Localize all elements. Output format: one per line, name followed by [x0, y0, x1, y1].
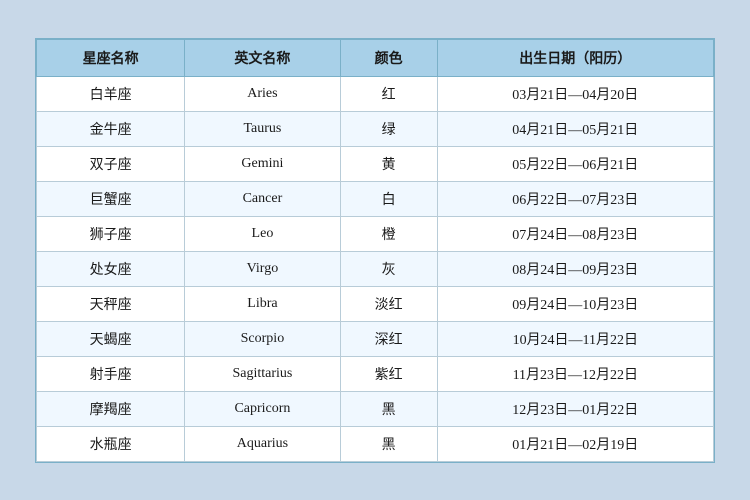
cell-color: 黑	[340, 426, 437, 461]
cell-chinese-name: 水瓶座	[37, 426, 185, 461]
cell-color: 深红	[340, 321, 437, 356]
cell-english-name: Capricorn	[185, 391, 340, 426]
table-row: 白羊座Aries红03月21日—04月20日	[37, 76, 714, 111]
cell-chinese-name: 天秤座	[37, 286, 185, 321]
cell-english-name: Aries	[185, 76, 340, 111]
header-color: 颜色	[340, 39, 437, 76]
cell-chinese-name: 处女座	[37, 251, 185, 286]
cell-chinese-name: 白羊座	[37, 76, 185, 111]
cell-english-name: Sagittarius	[185, 356, 340, 391]
cell-dates: 07月24日—08月23日	[437, 216, 713, 251]
header-chinese-name: 星座名称	[37, 39, 185, 76]
table-row: 摩羯座Capricorn黑12月23日—01月22日	[37, 391, 714, 426]
cell-dates: 03月21日—04月20日	[437, 76, 713, 111]
zodiac-table: 星座名称 英文名称 颜色 出生日期（阳历） 白羊座Aries红03月21日—04…	[36, 39, 714, 462]
cell-english-name: Taurus	[185, 111, 340, 146]
cell-chinese-name: 射手座	[37, 356, 185, 391]
cell-dates: 08月24日—09月23日	[437, 251, 713, 286]
table-body: 白羊座Aries红03月21日—04月20日金牛座Taurus绿04月21日—0…	[37, 76, 714, 461]
table-row: 天蝎座Scorpio深红10月24日—11月22日	[37, 321, 714, 356]
table-header-row: 星座名称 英文名称 颜色 出生日期（阳历）	[37, 39, 714, 76]
cell-dates: 06月22日—07月23日	[437, 181, 713, 216]
table-row: 双子座Gemini黄05月22日—06月21日	[37, 146, 714, 181]
cell-english-name: Gemini	[185, 146, 340, 181]
cell-color: 紫红	[340, 356, 437, 391]
cell-color: 白	[340, 181, 437, 216]
cell-dates: 01月21日—02月19日	[437, 426, 713, 461]
cell-dates: 10月24日—11月22日	[437, 321, 713, 356]
header-english-name: 英文名称	[185, 39, 340, 76]
table-row: 金牛座Taurus绿04月21日—05月21日	[37, 111, 714, 146]
table-row: 巨蟹座Cancer白06月22日—07月23日	[37, 181, 714, 216]
cell-chinese-name: 双子座	[37, 146, 185, 181]
cell-dates: 09月24日—10月23日	[437, 286, 713, 321]
cell-chinese-name: 狮子座	[37, 216, 185, 251]
cell-english-name: Leo	[185, 216, 340, 251]
cell-dates: 05月22日—06月21日	[437, 146, 713, 181]
cell-dates: 04月21日—05月21日	[437, 111, 713, 146]
table-row: 射手座Sagittarius紫红11月23日—12月22日	[37, 356, 714, 391]
cell-color: 黑	[340, 391, 437, 426]
cell-color: 红	[340, 76, 437, 111]
cell-color: 灰	[340, 251, 437, 286]
cell-dates: 11月23日—12月22日	[437, 356, 713, 391]
cell-english-name: Libra	[185, 286, 340, 321]
table-row: 狮子座Leo橙07月24日—08月23日	[37, 216, 714, 251]
cell-color: 橙	[340, 216, 437, 251]
table-row: 天秤座Libra淡红09月24日—10月23日	[37, 286, 714, 321]
cell-english-name: Virgo	[185, 251, 340, 286]
cell-dates: 12月23日—01月22日	[437, 391, 713, 426]
cell-chinese-name: 摩羯座	[37, 391, 185, 426]
cell-chinese-name: 金牛座	[37, 111, 185, 146]
cell-color: 黄	[340, 146, 437, 181]
cell-english-name: Scorpio	[185, 321, 340, 356]
cell-english-name: Aquarius	[185, 426, 340, 461]
cell-color: 绿	[340, 111, 437, 146]
zodiac-table-container: 星座名称 英文名称 颜色 出生日期（阳历） 白羊座Aries红03月21日—04…	[35, 38, 715, 463]
header-dates: 出生日期（阳历）	[437, 39, 713, 76]
cell-color: 淡红	[340, 286, 437, 321]
cell-chinese-name: 天蝎座	[37, 321, 185, 356]
cell-english-name: Cancer	[185, 181, 340, 216]
table-row: 水瓶座Aquarius黑01月21日—02月19日	[37, 426, 714, 461]
table-row: 处女座Virgo灰08月24日—09月23日	[37, 251, 714, 286]
cell-chinese-name: 巨蟹座	[37, 181, 185, 216]
